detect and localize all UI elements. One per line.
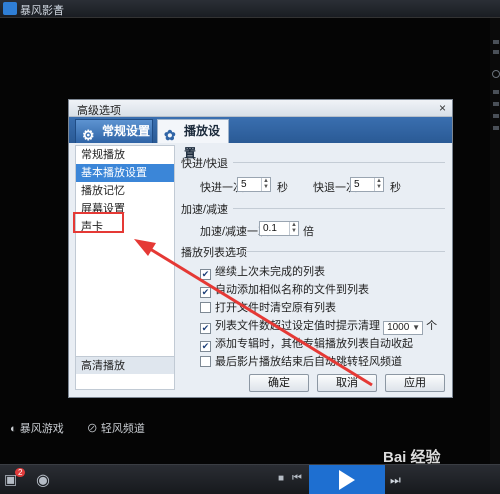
settings-content: 快进/快退 快进一次 5 ▲ ▼ 秒 快退一次 5 ▲ ▼ 秒 加速/减速 加速/减…: [181, 145, 447, 370]
strip-mark-icon: [493, 114, 499, 118]
next-icon[interactable]: ⏭: [390, 473, 401, 488]
close-icon[interactable]: ×: [439, 101, 446, 115]
sidebar-item-general-playback[interactable]: 常规播放: [76, 146, 174, 164]
option-label: 添加专辑时，其他专辑播放列表自动收起: [215, 338, 413, 350]
option-auto-add-similar[interactable]: ✔ 自动添加相似名称的文件到列表: [200, 281, 369, 298]
section-divider: [233, 208, 445, 209]
app-titlebar: 暴风影音 ▼: [0, 0, 500, 18]
previous-icon[interactable]: ⏮: [292, 472, 302, 485]
option-label: 打开文件时清空原有列表: [215, 302, 336, 314]
play-icon: [339, 470, 355, 490]
refresh-icon[interactable]: [492, 70, 500, 78]
settings-sidebar: 常规播放 基本播放设置 播放记忆 屏幕设置 声卡 高清播放: [75, 145, 175, 390]
tab-label: 常规设置: [102, 124, 151, 138]
checkbox-checked[interactable]: ✔: [200, 287, 211, 298]
app-logo-icon[interactable]: [3, 2, 17, 15]
playbar: ▣ 2 ◉ ■ ⏮ ⏭: [0, 464, 500, 494]
file-limit-value: 1000: [387, 322, 410, 333]
backward-unit: 秒: [390, 182, 401, 194]
tab-playback-settings[interactable]: ✿ 播放设置: [157, 119, 229, 160]
strip-mark-icon: [493, 102, 499, 106]
strip-mark-icon: [493, 50, 499, 54]
option-continue-list[interactable]: ✔ 继续上次未完成的列表: [200, 263, 325, 280]
right-side-strip: [490, 18, 500, 464]
section-divider: [233, 162, 445, 163]
dialog-titlebar[interactable]: 高级选项 ×: [69, 100, 452, 117]
checkbox-unchecked[interactable]: [200, 302, 211, 313]
notification-badge: 2: [15, 468, 26, 477]
tab-strip: ⚙ 常规设置 ✿ 播放设置: [69, 117, 452, 160]
speed-value: 0.1: [263, 223, 277, 234]
backward-stepper[interactable]: 5 ▲ ▼: [350, 177, 384, 192]
option-collapse-albums[interactable]: ✔ 添加专辑时，其他专辑播放列表自动收起: [200, 335, 413, 352]
channel-link-label: 轻风频道: [100, 423, 145, 435]
option-clear-on-open[interactable]: 打开文件时清空原有列表: [200, 299, 336, 314]
forward-stepper[interactable]: 5 ▲ ▼: [237, 177, 271, 192]
stepper-arrows-icon[interactable]: ▲ ▼: [374, 178, 383, 191]
checkbox-checked[interactable]: ✔: [200, 269, 211, 280]
apply-button[interactable]: 应用: [385, 374, 445, 392]
tab-general-settings[interactable]: ⚙ 常规设置: [75, 119, 153, 143]
section-title-playlist: 播放列表选项: [181, 247, 247, 259]
section-title-speed: 加速/减速: [181, 204, 229, 216]
checkbox-checked[interactable]: ✔: [200, 341, 211, 352]
dialog-title: 高级选项: [77, 105, 121, 117]
play-button[interactable]: [309, 465, 385, 494]
checkbox-checked[interactable]: ✔: [200, 323, 211, 334]
annotation-highlight-box: [73, 212, 124, 233]
stop-icon[interactable]: ■: [278, 473, 284, 484]
sidebar-item-basic-playback[interactable]: 基本播放设置: [76, 164, 174, 182]
option-label: 继续上次未完成的列表: [215, 266, 325, 278]
option-cleanup-prompt[interactable]: ✔ 列表文件数超过设定值时提示清理 1000 ▼ 个: [200, 317, 438, 335]
watermark: Bai 经验: [383, 449, 441, 466]
option-label: 最后影片播放结束后自动跳转轻风频道: [215, 356, 402, 368]
play-settings-icon: ✿: [164, 127, 176, 143]
option-label: 列表文件数超过设定值时提示清理: [215, 320, 380, 332]
chevron-down-icon: ▼: [412, 323, 421, 332]
cancel-button[interactable]: 取消: [317, 374, 377, 392]
sidebar-item-playback-memory[interactable]: 播放记忆: [76, 182, 174, 200]
speed-stepper[interactable]: 0.1 ▲ ▼: [259, 221, 299, 236]
forward-value: 5: [241, 179, 247, 190]
strip-mark-icon: [493, 40, 499, 44]
section-divider: [245, 251, 445, 252]
channel-link[interactable]: ⊘ 轻风频道: [87, 423, 155, 435]
game-link-label: 暴风游戏: [19, 423, 64, 435]
gear-icon: ⚙: [82, 127, 95, 143]
strip-mark-icon: [493, 90, 499, 94]
backward-value: 5: [354, 179, 360, 190]
stepper-arrows-icon[interactable]: ▲ ▼: [261, 178, 270, 191]
file-limit-select[interactable]: 1000 ▼: [383, 321, 424, 335]
checkbox-unchecked[interactable]: [200, 356, 211, 367]
option-jump-channel[interactable]: 最后影片播放结束后自动跳转轻风频道: [200, 353, 402, 368]
stepper-arrows-icon[interactable]: ▲ ▼: [289, 222, 298, 235]
option-label: 自动添加相似名称的文件到列表: [215, 284, 369, 296]
section-title-seek: 快进/快退: [181, 158, 229, 170]
advanced-options-dialog: 高级选项 × ⚙ 常规设置 ✿ 播放设置 常规播放 基本播放设置 播放记忆 屏幕…: [68, 99, 453, 398]
forward-unit: 秒: [277, 182, 288, 194]
ok-button[interactable]: 确定: [249, 374, 309, 392]
speed-unit: 倍: [303, 226, 314, 238]
eye-icon[interactable]: ◉: [36, 470, 50, 490]
bottom-links: ◐ 暴风游戏 ⊘ 轻风频道: [10, 420, 165, 436]
game-link[interactable]: ◐ 暴风游戏: [10, 423, 74, 435]
option-unit: 个: [426, 320, 438, 332]
strip-mark-icon: [493, 126, 499, 130]
sidebar-item-hd-playback[interactable]: 高清播放: [76, 356, 174, 374]
app-menu-chevron-icon[interactable]: ▼: [54, 3, 63, 13]
